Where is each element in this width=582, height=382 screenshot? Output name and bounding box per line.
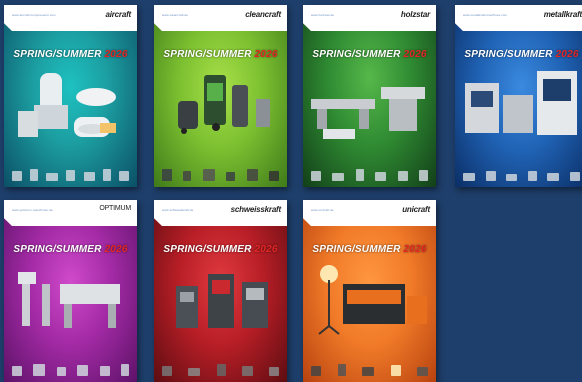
title-year: 2026 [403,49,427,60]
catalog-cover-cleancraft[interactable]: www.cleancraft.de cleancraft SPRING/SUMM… [154,5,287,187]
title-season: SPRING/SUMMER [13,49,102,60]
cover-url: www.cleancraft.de [162,13,189,17]
brand-logo: schweisskraft [230,205,282,214]
cover-url: www.holzstar.de [311,13,335,17]
title-year: 2026 [555,49,579,60]
catalog-cover-schweisskraft[interactable]: www.schweisskraft.de schweisskraft SPRIN… [154,200,287,382]
title-season: SPRING/SUMMER [163,49,252,60]
accessory-strip [12,362,129,376]
catalog-cover-optimum[interactable]: www.optimum-maschinen.de OPTIMUM SPRING/… [4,200,137,382]
cover-url: www.aircraft-compressors.com [12,13,56,17]
accessory-strip [311,167,428,181]
catalog-cover-holzstar[interactable]: www.holzstar.de holzstar SPRING/SUMMER 2… [303,5,436,187]
accessory-strip [463,167,580,181]
brand-logo: unicraft [402,205,430,214]
title-season: SPRING/SUMMER [464,49,553,60]
cover-title: SPRING/SUMMER 2026 [303,244,436,255]
title-season: SPRING/SUMMER [312,49,401,60]
accessory-strip [162,167,279,181]
title-year: 2026 [254,244,278,255]
cover-title: SPRING/SUMMER 2026 [154,244,287,255]
brand-logo: metallkraft [543,10,582,19]
brand-logo: aircraft [105,10,131,19]
title-season: SPRING/SUMMER [13,244,102,255]
cover-url: www.schweisskraft.de [162,208,194,212]
catalog-cover-metallkraft[interactable]: www.metallkraft-machines.com metallkraft… [455,5,582,187]
cover-title: SPRING/SUMMER 2026 [4,244,137,255]
title-year: 2026 [104,244,128,255]
cover-title: SPRING/SUMMER 2026 [303,49,436,60]
title-year: 2026 [403,244,427,255]
cover-url: www.optimum-maschinen.de [12,208,53,212]
cover-title: SPRING/SUMMER 2026 [455,49,582,60]
brand-logo: holzstar [400,10,430,19]
cover-title: SPRING/SUMMER 2026 [154,49,287,60]
catalog-cover-aircraft[interactable]: www.aircraft-compressors.com aircraft SP… [4,5,137,187]
catalog-cover-unicraft[interactable]: www.unicraft.de unicraft SPRING/SUMMER 2… [303,200,436,382]
cover-url: www.unicraft.de [311,208,334,212]
title-year: 2026 [254,49,278,60]
accessory-strip [162,362,279,376]
catalog-gallery: www.aircraft-compressors.com aircraft SP… [0,0,582,382]
cover-url: www.metallkraft-machines.com [463,13,508,17]
cover-title: SPRING/SUMMER 2026 [4,49,137,60]
accessory-strip [12,167,129,181]
title-season: SPRING/SUMMER [163,244,252,255]
cover-header [4,200,137,226]
brand-logo: cleancraft [245,10,281,19]
brand-logo: OPTIMUM [99,205,131,212]
accessory-strip [311,362,428,376]
title-year: 2026 [104,49,128,60]
title-season: SPRING/SUMMER [312,244,401,255]
